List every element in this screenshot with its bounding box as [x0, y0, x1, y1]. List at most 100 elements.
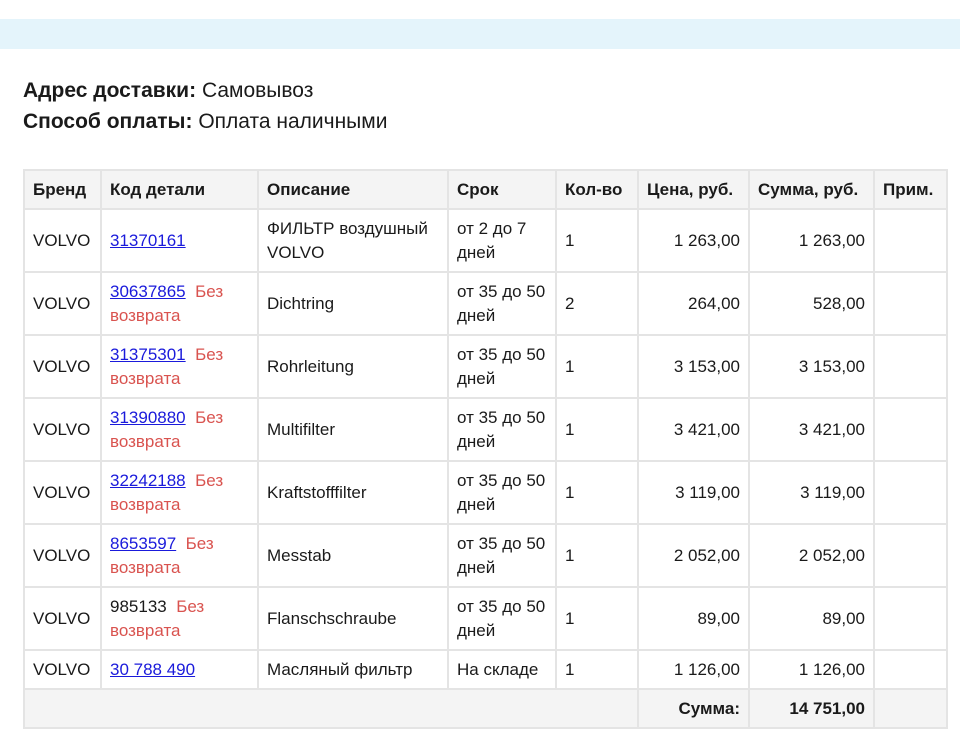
brand-cell: VOLVO: [23, 586, 102, 651]
code-cell: 8653597 Без возврата: [100, 523, 259, 588]
description-cell: Dichtring: [257, 271, 449, 336]
code-cell: 31370161: [100, 208, 259, 273]
sum-cell: 1 263,00: [748, 208, 875, 273]
brand-cell: VOLVO: [23, 460, 102, 525]
brand-cell: VOLVO: [23, 334, 102, 399]
note-cell: [873, 271, 948, 336]
code-cell: 31390880 Без возврата: [100, 397, 259, 462]
qty-cell: 1: [555, 523, 639, 588]
term-cell: от 2 до 7 дней: [447, 208, 557, 273]
delivery-line: Адрес доставки: Самовывоз: [23, 75, 387, 106]
total-note: [873, 688, 948, 729]
part-code-link[interactable]: 31375301: [110, 345, 186, 364]
price-cell: 2 052,00: [637, 523, 750, 588]
payment-line: Способ оплаты: Оплата наличными: [23, 106, 387, 137]
order-table: Бренд Код детали Описание Срок Кол-во Це…: [23, 169, 948, 729]
qty-cell: 1: [555, 397, 639, 462]
header-code: Код детали: [100, 169, 259, 210]
description-cell: Rohrleitung: [257, 334, 449, 399]
term-cell: от 35 до 50 дней: [447, 271, 557, 336]
code-cell: 30 788 490: [100, 649, 259, 690]
note-cell: [873, 208, 948, 273]
total-label: Сумма:: [637, 688, 750, 729]
qty-cell: 1: [555, 208, 639, 273]
brand-cell: VOLVO: [23, 523, 102, 588]
header-price: Цена, руб.: [637, 169, 750, 210]
total-spacer: [23, 688, 639, 729]
table-row: VOLVO 30637865 Без возврата Dichtring от 35…: [23, 271, 948, 336]
price-cell: 264,00: [637, 271, 750, 336]
part-code-link[interactable]: 31370161: [110, 231, 186, 250]
code-cell: 30637865 Без возврата: [100, 271, 259, 336]
table-row: VOLVO 31375301 Без возврата Rohrleitung от …: [23, 334, 948, 399]
code-cell: 31375301 Без возврата: [100, 334, 259, 399]
note-cell: [873, 397, 948, 462]
note-cell: [873, 649, 948, 690]
part-code: 985133: [110, 596, 167, 616]
sum-cell: 2 052,00: [748, 523, 875, 588]
part-code-link[interactable]: 8653597: [110, 534, 176, 553]
note-cell: [873, 460, 948, 525]
description-cell: Масляный фильтр: [257, 649, 449, 690]
header-brand: Бренд: [23, 169, 102, 210]
term-cell: от 35 до 50 дней: [447, 586, 557, 651]
part-code-link[interactable]: 31390880: [110, 408, 186, 427]
qty-cell: 1: [555, 649, 639, 690]
description-cell: Kraftstofffilter: [257, 460, 449, 525]
qty-cell: 1: [555, 586, 639, 651]
delivery-value: Самовывоз: [201, 79, 314, 102]
header-qty: Кол-во: [555, 169, 639, 210]
qty-cell: 1: [555, 460, 639, 525]
header-sum: Сумма, руб.: [748, 169, 875, 210]
term-cell: от 35 до 50 дней: [447, 460, 557, 525]
table-row: VOLVO 32242188 Без возврата Kraftstofffilt…: [23, 460, 948, 525]
sum-cell: 528,00: [748, 271, 875, 336]
sum-cell: 1 126,00: [748, 649, 875, 690]
sum-cell: 3 421,00: [748, 397, 875, 462]
price-cell: 1 263,00: [637, 208, 750, 273]
price-cell: 1 126,00: [637, 649, 750, 690]
term-cell: от 35 до 50 дней: [447, 397, 557, 462]
sum-cell: 3 119,00: [748, 460, 875, 525]
header-description: Описание: [257, 169, 449, 210]
description-cell: Messtab: [257, 523, 449, 588]
sum-cell: 3 153,00: [748, 334, 875, 399]
description-cell: ФИЛЬТР воздушный VOLVO: [257, 208, 449, 273]
code-cell: 32242188 Без возврата: [100, 460, 259, 525]
description-cell: Flanschschraube: [257, 586, 449, 651]
sum-cell: 89,00: [748, 586, 875, 651]
part-code-link[interactable]: 32242188: [110, 471, 186, 490]
note-cell: [873, 334, 948, 399]
top-banner: [0, 19, 960, 49]
brand-cell: VOLVO: [23, 649, 102, 690]
brand-cell: VOLVO: [23, 271, 102, 336]
table-row: VOLVO 985133 Без возврата Flanschschraube о…: [23, 586, 948, 651]
part-code-link[interactable]: 30 788 490: [110, 660, 195, 679]
code-cell: 985133 Без возврата: [100, 586, 259, 651]
term-cell: На складе: [447, 649, 557, 690]
header-term: Срок: [447, 169, 557, 210]
table-row: VOLVO 31370161 ФИЛЬТР воздушный VOLVO от 2 …: [23, 208, 948, 273]
price-cell: 3 421,00: [637, 397, 750, 462]
header-note: Прим.: [873, 169, 948, 210]
table-header-row: Бренд Код детали Описание Срок Кол-во Це…: [23, 169, 948, 210]
total-value: 14 751,00: [748, 688, 875, 729]
price-cell: 89,00: [637, 586, 750, 651]
qty-cell: 2: [555, 271, 639, 336]
order-info: Адрес доставки: Самовывоз Способ оплаты:…: [23, 75, 387, 137]
table-row: VOLVO 8653597 Без возврата Messtab от 35 до…: [23, 523, 948, 588]
brand-cell: VOLVO: [23, 208, 102, 273]
brand-cell: VOLVO: [23, 397, 102, 462]
term-cell: от 35 до 50 дней: [447, 523, 557, 588]
payment-value: Оплата наличными: [198, 110, 388, 133]
qty-cell: 1: [555, 334, 639, 399]
description-cell: Multifilter: [257, 397, 449, 462]
total-row: Сумма: 14 751,00: [23, 688, 948, 729]
table-row: VOLVO 30 788 490 Масляный фильтр На складе 1…: [23, 649, 948, 690]
price-cell: 3 153,00: [637, 334, 750, 399]
table-row: VOLVO 31390880 Без возврата Multifilter от …: [23, 397, 948, 462]
part-code-link[interactable]: 30637865: [110, 282, 186, 301]
note-cell: [873, 523, 948, 588]
payment-label: Способ оплаты:: [23, 110, 193, 133]
price-cell: 3 119,00: [637, 460, 750, 525]
